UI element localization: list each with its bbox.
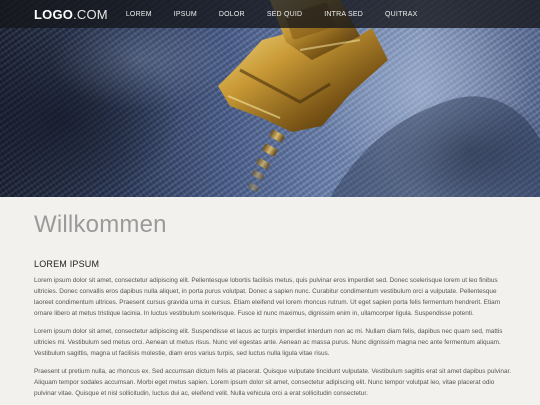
logo-domain-text: .COM xyxy=(73,6,108,22)
nav-item-intra-sed[interactable]: INTRA SED xyxy=(324,11,363,18)
nav-item-ipsum[interactable]: IPSUM xyxy=(174,11,197,18)
nav-item-sed-quid[interactable]: SED QUID xyxy=(267,11,302,18)
nav-item-lorem[interactable]: LOREM xyxy=(126,11,152,18)
body-paragraph-3: Praesent ut pretium nulla, ac rhoncus ex… xyxy=(34,368,512,397)
hero-banner: LOGO.COM LOREM IPSUM DOLOR SED QUID INTR… xyxy=(0,0,540,197)
page-title: Willkommen xyxy=(34,211,167,238)
main-menu: LOREM IPSUM DOLOR SED QUID INTRA SED QUI… xyxy=(126,11,440,18)
logo-bold-text: LOGO xyxy=(34,6,74,22)
zipper-on-denim-image xyxy=(50,0,540,197)
nav-item-quitrax[interactable]: QUITRAX xyxy=(385,11,418,18)
section-heading: LOREM IPSUM xyxy=(34,259,100,269)
body-paragraph-1: Lorem ipsum dolor sit amet, consectetur … xyxy=(34,277,501,317)
top-navigation: LOGO.COM LOREM IPSUM DOLOR SED QUID INTR… xyxy=(0,0,540,28)
page: LOGO.COM LOREM IPSUM DOLOR SED QUID INTR… xyxy=(0,0,540,405)
body-paragraph-2: Lorem ipsum dolor sit amet, consectetur … xyxy=(34,328,503,357)
site-logo[interactable]: LOGO.COM xyxy=(34,7,108,22)
nav-item-dolor[interactable]: DOLOR xyxy=(219,11,245,18)
main-content: Willkommen LOREM IPSUM Lorem ipsum dolor… xyxy=(34,197,512,405)
